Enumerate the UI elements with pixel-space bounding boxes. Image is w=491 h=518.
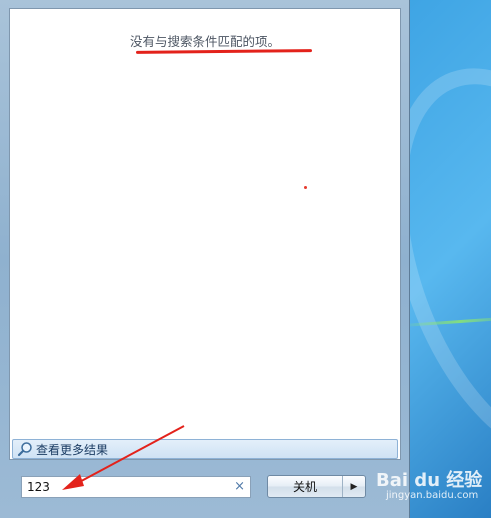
clear-icon[interactable]: × bbox=[234, 479, 245, 494]
red-arrow-annotation bbox=[62, 425, 185, 490]
baidu-watermark: Bai du 经验 jingyan.baidu.com bbox=[372, 462, 490, 512]
shutdown-options-arrow-icon[interactable]: ▶ bbox=[342, 476, 365, 497]
shutdown-button-group: 关机 ▶ bbox=[267, 475, 366, 498]
search-results-pane: 没有与搜索条件匹配的项。 bbox=[9, 8, 401, 460]
shutdown-button[interactable]: 关机 bbox=[268, 476, 342, 497]
watermark-subtext: jingyan.baidu.com bbox=[386, 490, 479, 501]
red-underline-annotation bbox=[135, 49, 313, 54]
red-dot-mark bbox=[304, 186, 307, 189]
no-results-message: 没有与搜索条件匹配的项。 bbox=[129, 34, 280, 49]
watermark-logo: Bai du 经验 bbox=[376, 470, 483, 491]
magnifier-icon bbox=[17, 442, 32, 457]
